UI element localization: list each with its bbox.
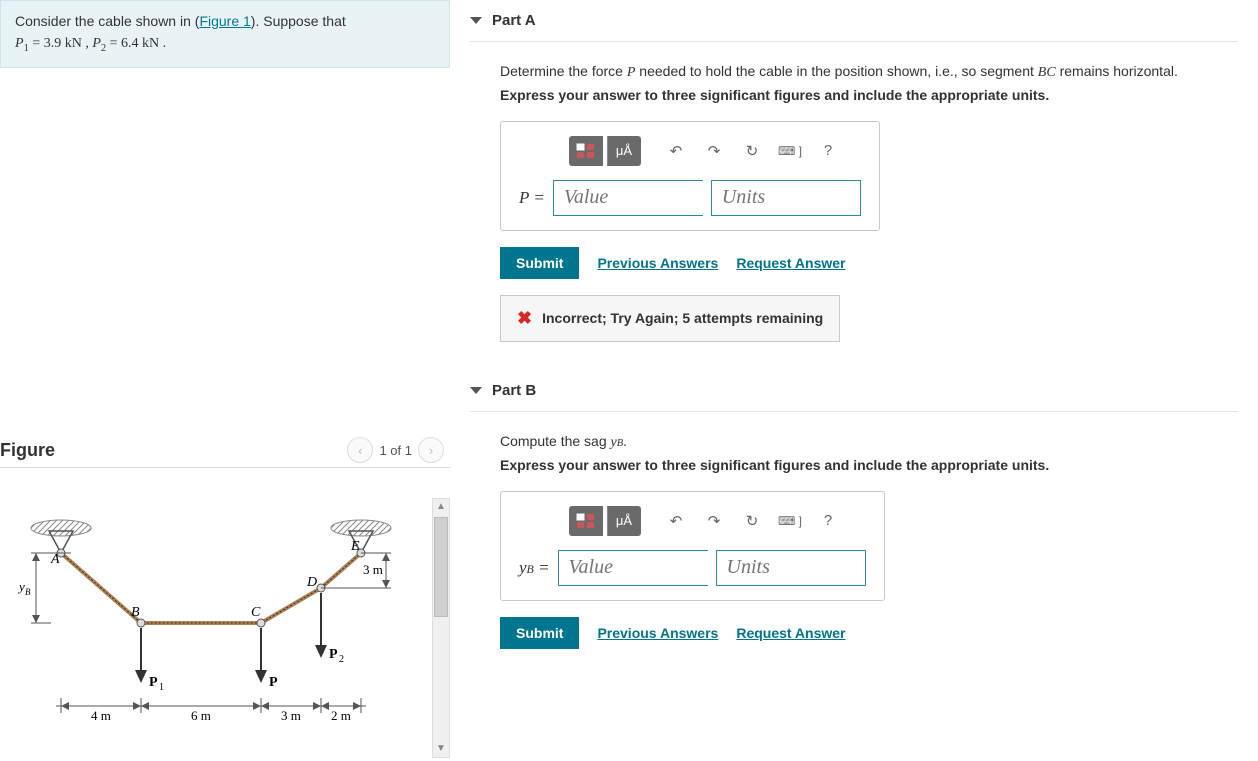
svg-text:y: y [17,579,25,594]
keyboard-button[interactable]: ⌨ ] [773,506,807,536]
svg-text:2 m: 2 m [331,708,351,723]
part-a-answer-box: μÅ ↶ ↷ ↻ ⌨ ] ? P = [500,121,880,231]
part-a-instruction: Express your answer to three significant… [500,84,1238,106]
incorrect-icon: ✖ [517,308,532,329]
scroll-down-icon[interactable]: ▼ [436,741,446,757]
svg-text:2: 2 [339,654,344,665]
part-b-body: Compute the sag yB. Express your answer … [470,412,1238,667]
part-a-units-input[interactable] [711,180,861,216]
svg-text:4 m: 4 m [91,708,111,723]
units-button[interactable]: μÅ [607,506,641,536]
label-B: B [131,605,140,620]
redo-button[interactable]: ↷ [697,136,731,166]
problem-suffix: ). Suppose that [251,13,346,29]
reset-button[interactable]: ↻ [735,506,769,536]
figure-pager-text: 1 of 1 [379,443,412,458]
part-a-feedback-text: Incorrect; Try Again; 5 attempts remaini… [542,310,823,326]
svg-text:1: 1 [159,682,164,693]
reset-button[interactable]: ↻ [735,136,769,166]
part-b-answer-box: μÅ ↶ ↷ ↻ ⌨ ] ? yB = [500,491,885,601]
figure-scrollbar[interactable]: ▲ ▼ [432,498,450,758]
caret-down-icon [470,17,482,24]
part-a-feedback: ✖ Incorrect; Try Again; 5 attempts remai… [500,295,840,342]
help-button[interactable]: ? [811,506,845,536]
part-a-eq-label: P = [519,188,545,208]
problem-prefix: Consider the cable shown in ( [15,13,199,29]
svg-text:3 m: 3 m [281,708,301,723]
part-b-header[interactable]: Part B [470,370,1238,412]
part-a-title: Part A [492,12,536,29]
undo-button[interactable]: ↶ [659,136,693,166]
part-a-body: Determine the force P needed to hold the… [470,42,1238,360]
part-a-question: Determine the force P needed to hold the… [500,60,1238,84]
templates-button[interactable] [569,136,603,166]
units-button[interactable]: μÅ [607,136,641,166]
label-E: E [350,539,360,554]
part-b-units-input[interactable] [716,550,866,586]
part-b-request-answer-link[interactable]: Request Answer [736,625,845,641]
problem-statement: Consider the cable shown in (Figure 1). … [0,0,450,68]
figure-next-button[interactable]: › [418,437,444,463]
svg-text:6 m: 6 m [191,708,211,723]
svg-text:P: P [149,675,158,690]
figure-title: Figure [0,440,55,461]
keyboard-button[interactable]: ⌨ ] [773,136,807,166]
caret-down-icon [470,387,482,394]
answer-toolbar: μÅ ↶ ↷ ↻ ⌨ ] ? [569,136,861,166]
templates-button[interactable] [569,506,603,536]
figure-prev-button[interactable]: ‹ [347,437,373,463]
redo-button[interactable]: ↷ [697,506,731,536]
part-b-submit-button[interactable]: Submit [500,617,579,649]
svg-text:P: P [329,647,338,662]
part-b-eq-label: yB = [519,558,550,578]
svg-text:B: B [25,587,31,597]
figure-link[interactable]: Figure 1 [199,13,250,29]
part-b-question: Compute the sag yB. [500,430,1238,454]
figure-pager: ‹ 1 of 1 › [347,437,444,463]
part-a-submit-button[interactable]: Submit [500,247,579,279]
svg-text:P: P [269,675,278,690]
figure-image: A B C D E y B [0,498,432,758]
label-C: C [251,605,261,620]
part-a-value-input[interactable] [553,180,703,216]
answer-toolbar-b: μÅ ↶ ↷ ↻ ⌨ ] ? [569,506,866,536]
part-b-title: Part B [492,382,536,399]
part-b-instruction: Express your answer to three significant… [500,454,1238,476]
scroll-up-icon[interactable]: ▲ [436,499,446,515]
undo-button[interactable]: ↶ [659,506,693,536]
part-a-previous-answers-link[interactable]: Previous Answers [597,255,718,271]
part-a-request-answer-link[interactable]: Request Answer [736,255,845,271]
part-b-value-input[interactable] [558,550,708,586]
help-button[interactable]: ? [811,136,845,166]
part-b-previous-answers-link[interactable]: Previous Answers [597,625,718,641]
label-A: A [50,552,60,567]
figure-panel: Figure ‹ 1 of 1 › [0,433,450,758]
label-D: D [306,575,317,590]
part-a-header[interactable]: Part A [470,0,1238,42]
svg-text:3 m: 3 m [363,562,383,577]
scroll-thumb[interactable] [434,517,448,617]
